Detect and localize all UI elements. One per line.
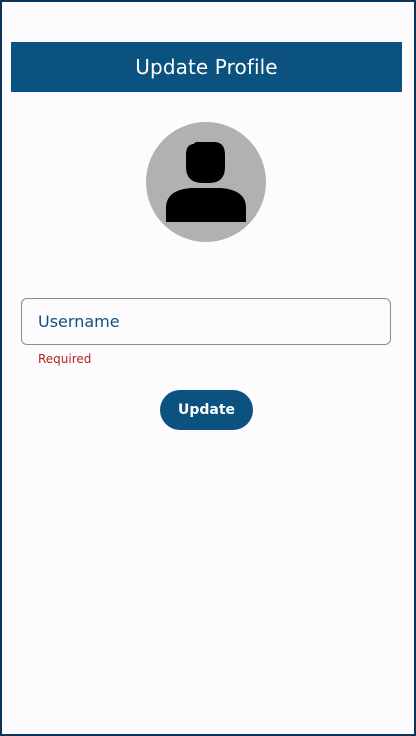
profile-avatar[interactable]: [146, 122, 266, 242]
username-error-text: Required: [38, 352, 92, 366]
person-icon: [166, 142, 246, 222]
app-screen: Update Profile Required Update: [0, 0, 416, 736]
username-input[interactable]: [22, 299, 390, 344]
app-bar: Update Profile: [11, 42, 402, 92]
username-field[interactable]: [21, 298, 391, 345]
update-button[interactable]: Update: [160, 390, 253, 430]
page-title: Update Profile: [135, 55, 278, 79]
